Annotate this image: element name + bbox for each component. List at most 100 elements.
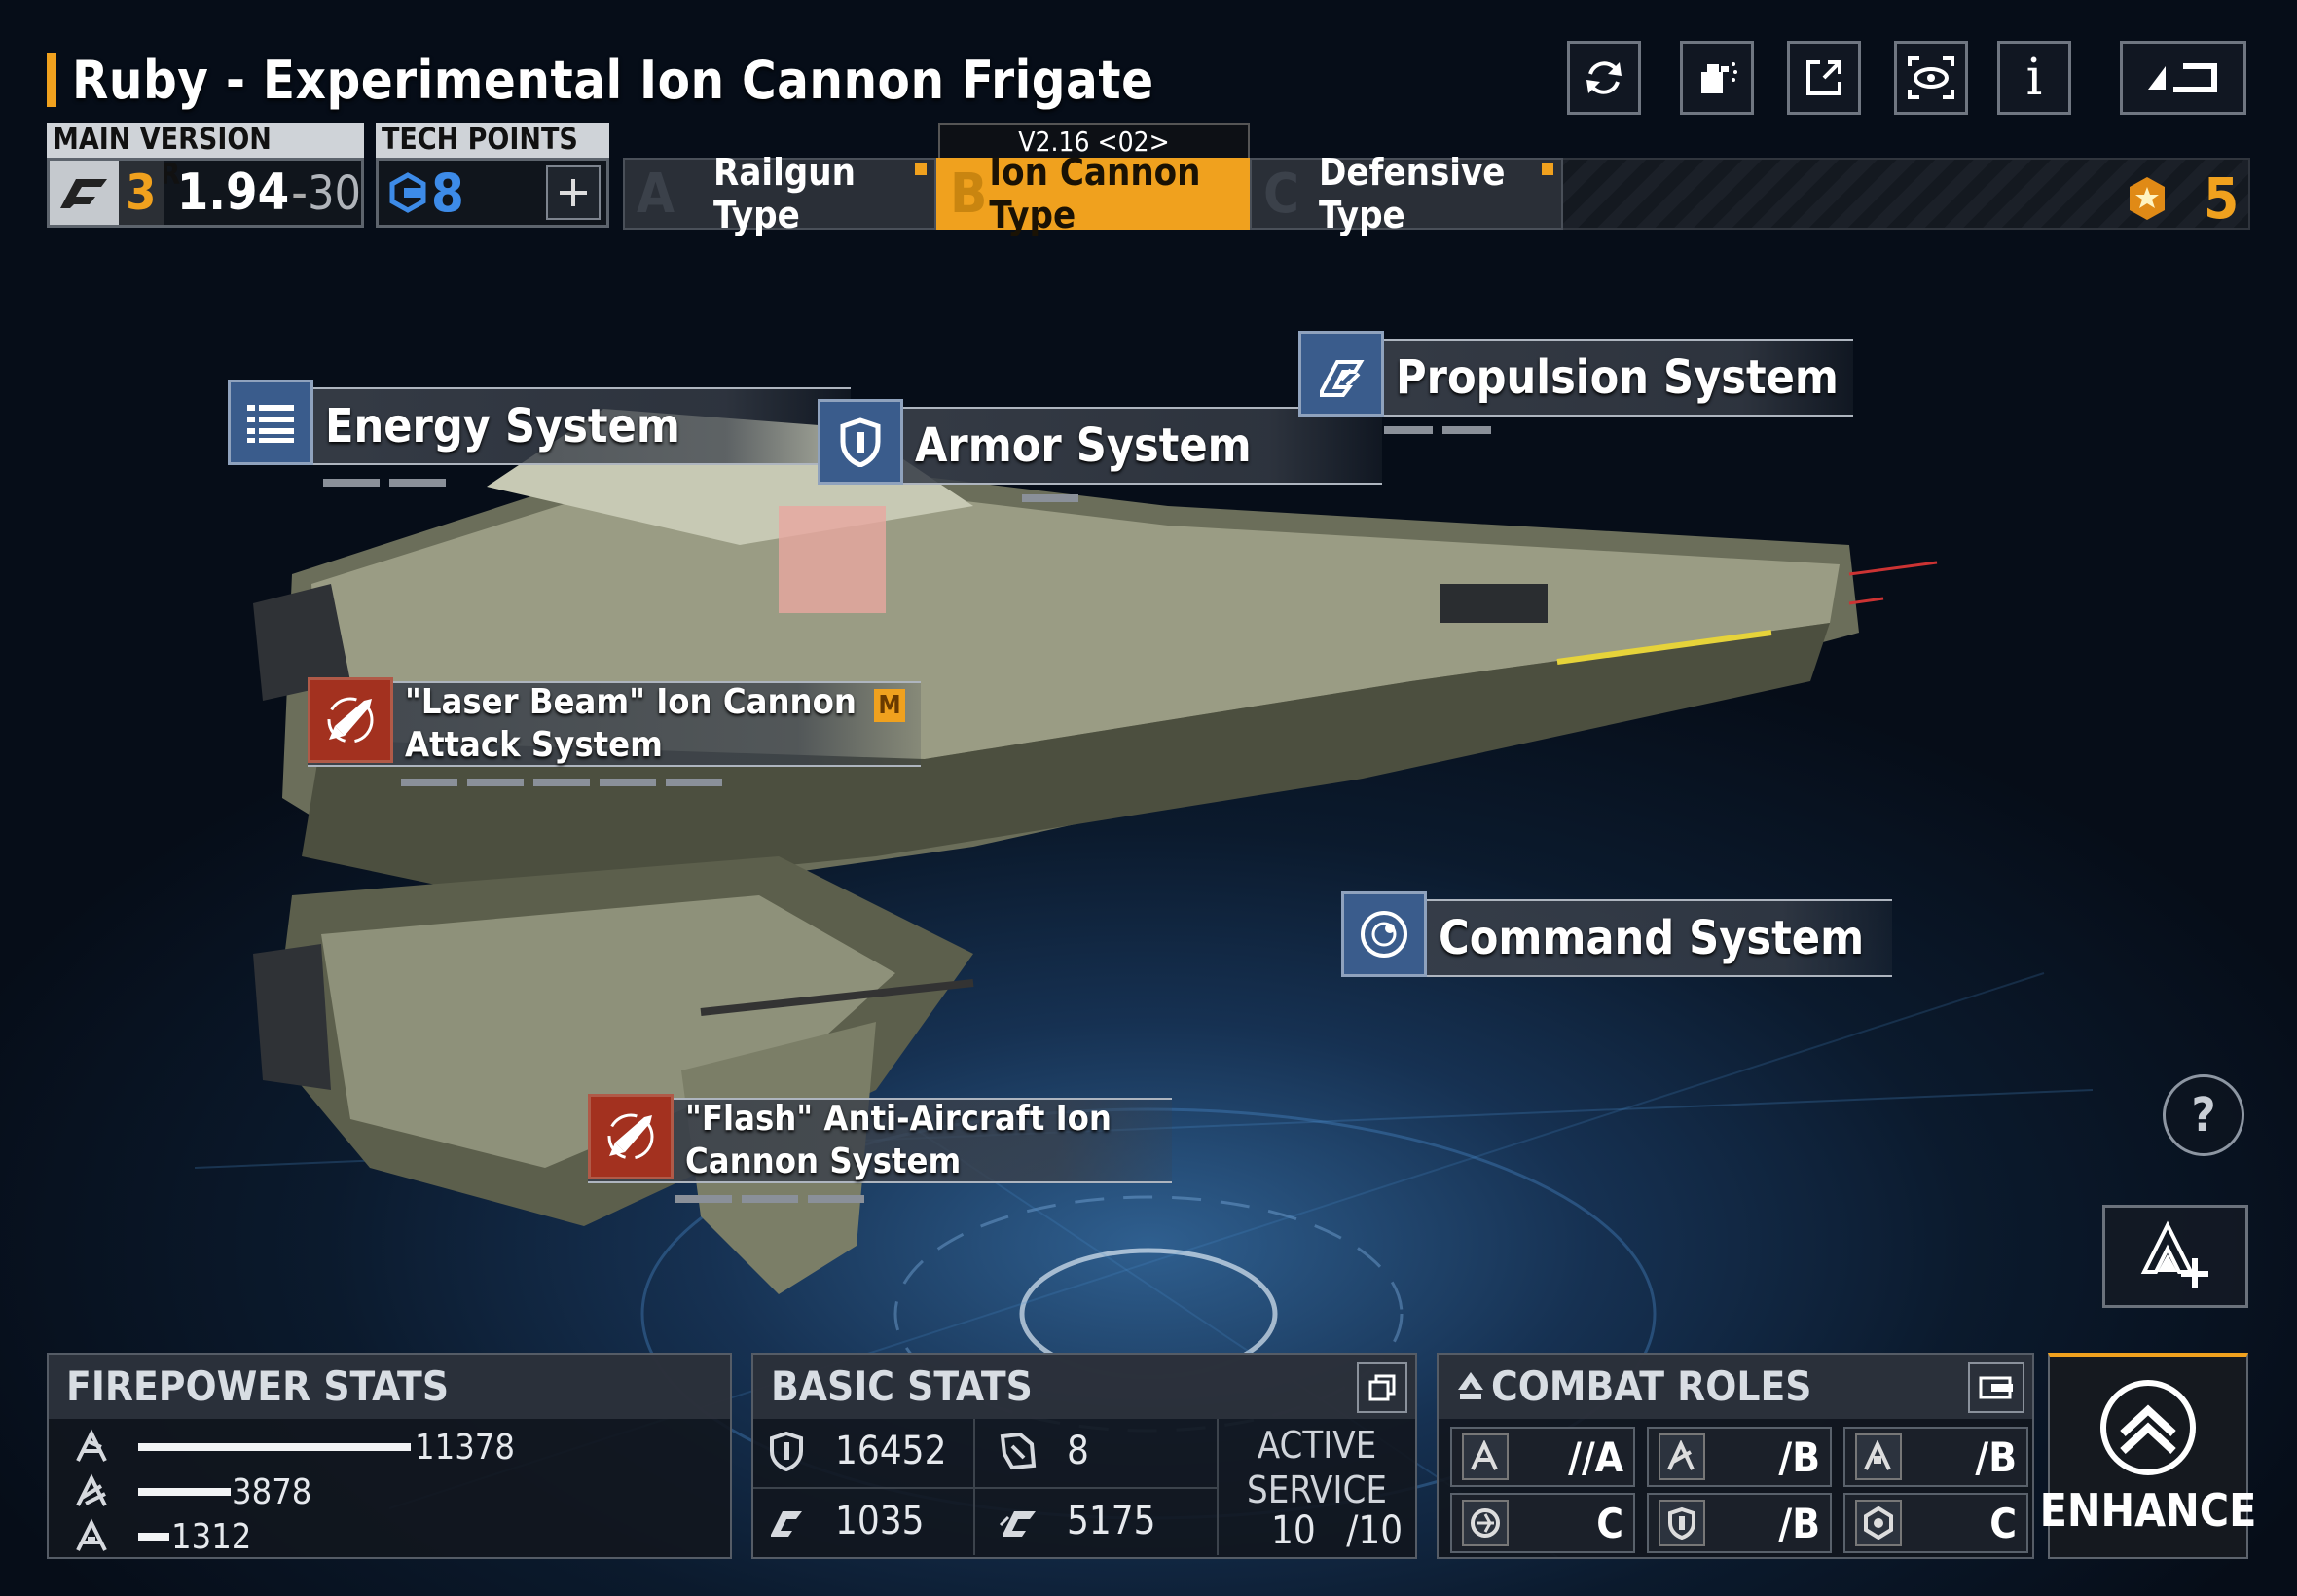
basic-stats-title: BASIC STATS	[753, 1355, 1415, 1419]
frigate-class-icon	[50, 161, 119, 225]
paint-button[interactable]	[1680, 41, 1754, 115]
new-flag	[1542, 163, 1553, 175]
propulsion-icon	[1298, 331, 1384, 417]
firepower-value-ship: 11378	[415, 1427, 516, 1468]
speed-value: 1035	[835, 1499, 925, 1543]
anti-aircraft-icon	[76, 1473, 107, 1506]
hp-value: 16452	[835, 1429, 947, 1473]
question-icon: ?	[2191, 1088, 2216, 1143]
back-arrow-icon	[2148, 63, 2217, 92]
laser-beam-system-label: "Laser Beam" Ion Cannon Attack System	[405, 682, 857, 765]
role-siege[interactable]: /B	[1843, 1427, 2028, 1487]
help-button[interactable]: ?	[2163, 1074, 2244, 1156]
firepower-row: 11378	[72, 1425, 730, 1469]
firepower-bar	[138, 1488, 232, 1496]
siege-icon	[76, 1518, 107, 1551]
copy-windows-icon	[1368, 1374, 1396, 1401]
version-sub: 30	[308, 166, 361, 221]
anti-ship-icon	[1462, 1433, 1509, 1480]
firepower-row: 3878	[72, 1469, 730, 1514]
version-level: 3	[118, 161, 164, 225]
cost-value: 8	[1067, 1429, 1089, 1473]
support-icon	[1462, 1500, 1509, 1546]
tab-letter-c: C	[1263, 162, 1299, 226]
missile-icon	[588, 1094, 674, 1179]
main-version-body: 3 1.94 - 30	[47, 158, 364, 228]
firepower-bar	[138, 1443, 411, 1451]
firepower-bar	[138, 1533, 170, 1541]
missile-icon	[308, 677, 393, 763]
role-grade: //A	[1568, 1433, 1623, 1481]
new-flag	[915, 163, 927, 175]
active-service-count: 10 /10	[1271, 1508, 1403, 1553]
spray-paint-icon	[1701, 62, 1737, 93]
stats-detail-button[interactable]	[1357, 1362, 1407, 1413]
energy-system[interactable]: Energy System	[228, 380, 851, 487]
list-icon	[228, 380, 313, 465]
tech-points-panel: TECH POINTS 8	[376, 123, 609, 228]
role-grade: C	[1596, 1499, 1623, 1547]
cost-stat: 8	[999, 1429, 1089, 1473]
propulsion-system[interactable]: Propulsion System	[1298, 331, 1853, 434]
m-badge: M	[874, 689, 905, 722]
armor-system[interactable]: Armor System	[818, 399, 1382, 502]
siege-icon	[1855, 1433, 1902, 1480]
laser-beam-system[interactable]: "Laser Beam" Ion Cannon Attack System M	[308, 677, 921, 786]
range-stat: 5175	[999, 1499, 1156, 1543]
refresh-button[interactable]	[1567, 41, 1641, 115]
shield-icon	[818, 399, 903, 485]
speed-icon	[771, 1511, 802, 1537]
firepower-panel: FIREPOWER STATS 11378 3878 1312	[47, 1353, 732, 1559]
back-button[interactable]	[2120, 41, 2246, 115]
add-tech-points-button[interactable]	[546, 165, 601, 220]
rank-up-icon	[2140, 1220, 2208, 1288]
firepower-title: FIREPOWER STATS	[49, 1355, 730, 1419]
info-icon: i	[2025, 49, 2043, 107]
role-grade: C	[1989, 1499, 2017, 1547]
command-system-label: Command System	[1439, 911, 1865, 965]
currency-display[interactable]: 5	[2122, 165, 2239, 232]
tab-ion-cannon-label: Ion Cannon Type	[989, 151, 1201, 236]
role-support[interactable]: C	[1450, 1493, 1635, 1553]
enhance-label: ENHANCE	[2039, 1484, 2257, 1537]
tab-letter-b: B	[950, 162, 988, 226]
speed-stat: 1035	[767, 1499, 925, 1543]
tab-railgun-label: Railgun Type	[713, 151, 856, 236]
tab-letter-a: A	[637, 162, 675, 226]
page-title: Ruby - Experimental Ion Cannon Frigate	[72, 49, 1154, 111]
warp-speed-icon	[999, 1511, 1036, 1537]
tech-points-body: 8	[376, 158, 609, 228]
roles-detail-button[interactable]	[1968, 1362, 2024, 1413]
tab-railgun[interactable]: A Railgun Type	[623, 151, 936, 236]
main-version-panel: MAIN VERSION NUMBER 3 1.94 - 30	[47, 123, 364, 228]
chevron-up-icon	[2100, 1380, 2196, 1475]
view-button[interactable]	[1894, 41, 1968, 115]
combat-roles-panel: COMBAT ROLES //A /B /B C /B C	[1437, 1353, 2034, 1559]
anti-aircraft-icon	[1659, 1433, 1705, 1480]
tab-ion-cannon[interactable]: B Ion Cannon Type	[936, 151, 1250, 236]
share-button[interactable]	[1787, 41, 1861, 115]
flash-aa-system[interactable]: "Flash" Anti-Aircraft Ion Cannon System	[588, 1094, 1172, 1203]
tab-defensive[interactable]: C Defensive Type	[1250, 151, 1563, 236]
tech-points-value: 8	[431, 162, 464, 224]
service-max: /10	[1346, 1508, 1404, 1553]
role-command[interactable]: C	[1843, 1493, 2028, 1553]
upgrade-button[interactable]	[2102, 1205, 2248, 1308]
active-service-label: ACTIVE SERVICE	[1247, 1424, 1387, 1511]
role-defense[interactable]: /B	[1647, 1493, 1832, 1553]
hp-stat: 16452	[767, 1429, 946, 1473]
command-system[interactable]: Command System	[1341, 891, 1892, 977]
currency-value: 5	[2204, 165, 2240, 232]
role-anti-aircraft[interactable]: /B	[1647, 1427, 1832, 1487]
role-anti-ship[interactable]: //A	[1450, 1427, 1635, 1487]
basic-stats-panel: BASIC STATS 16452 8 1035 5175 ACTIVE SER…	[751, 1353, 1417, 1559]
ship-role-icon	[1458, 1372, 1483, 1399]
tab-defensive-label: Defensive Type	[1318, 151, 1506, 236]
plus-icon	[560, 179, 587, 206]
info-button[interactable]: i	[1997, 41, 2071, 115]
enhance-button[interactable]: ENHANCE	[2040, 1353, 2256, 1559]
range-value: 5175	[1067, 1499, 1156, 1543]
title-accent	[47, 53, 56, 107]
firepower-row: 1312	[72, 1514, 730, 1559]
shield-icon	[770, 1431, 803, 1471]
